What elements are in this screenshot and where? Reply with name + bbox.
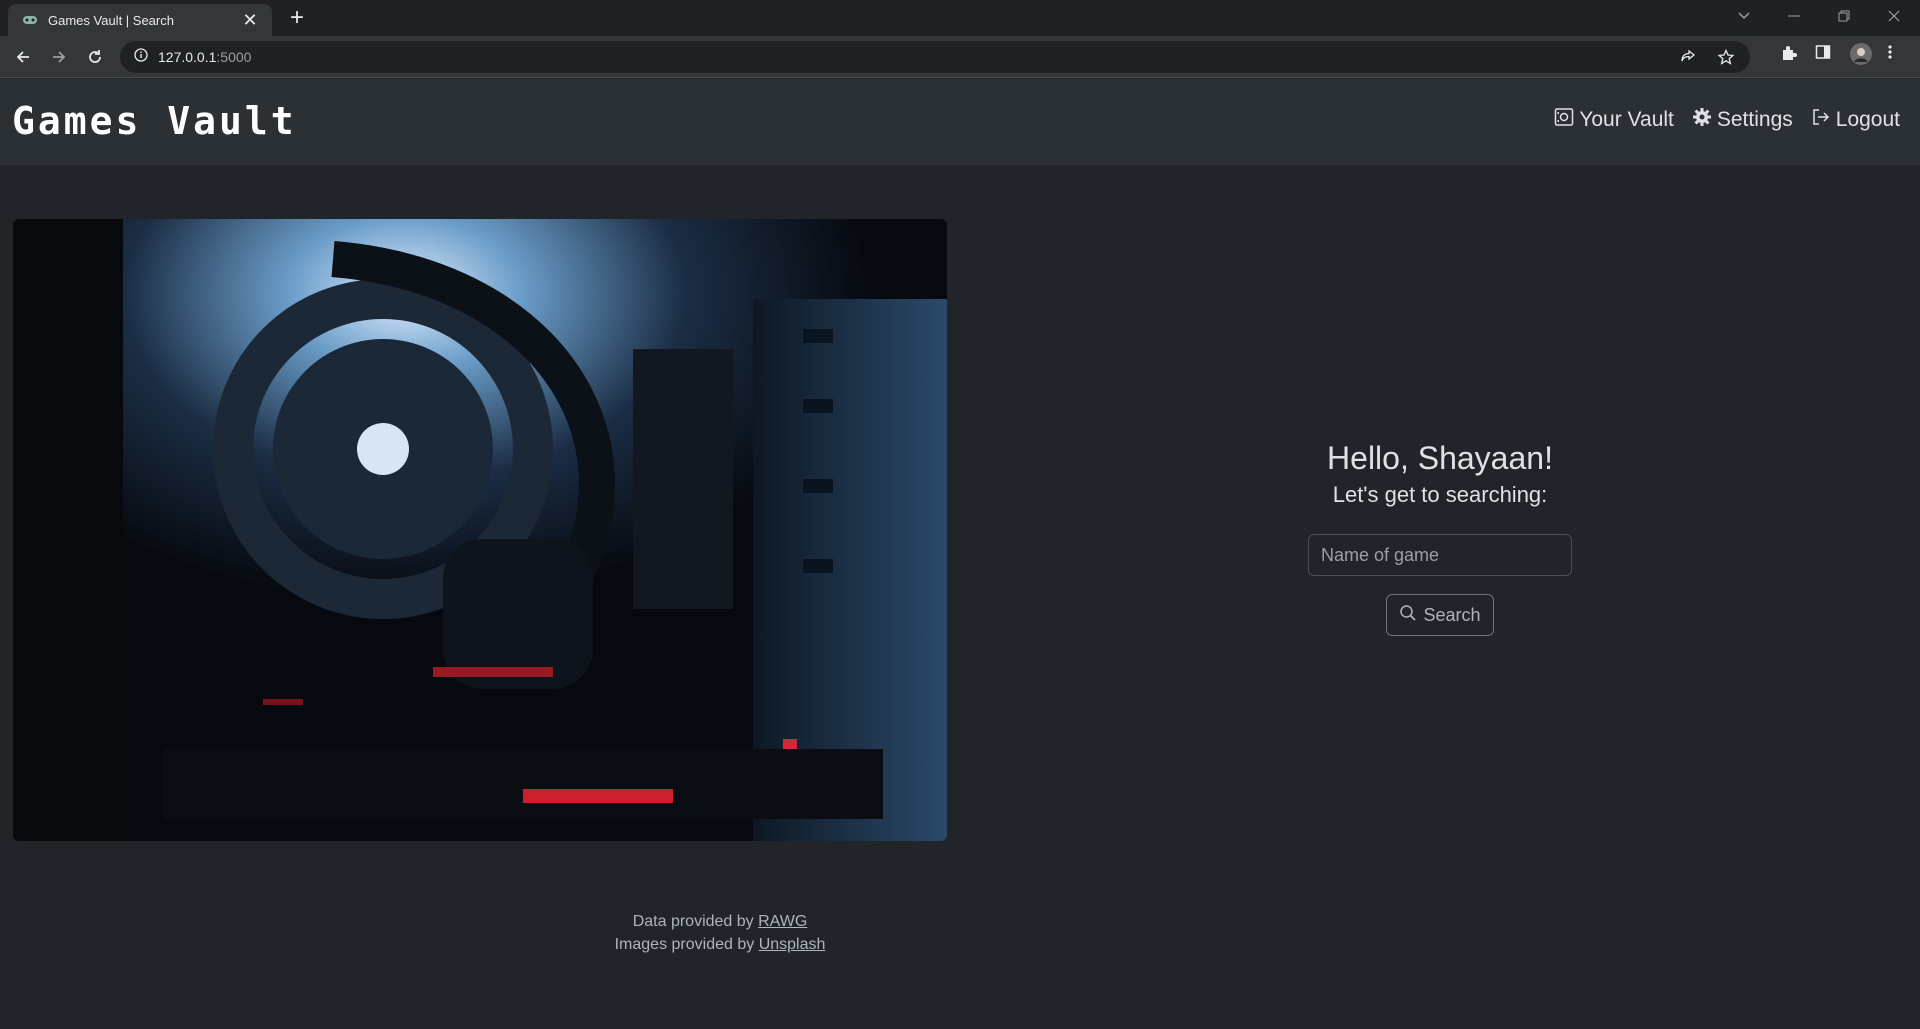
tab-title: Games Vault | Search [48, 12, 174, 28]
reload-icon[interactable] [82, 44, 108, 70]
search-subtitle: Let's get to searching: [1332, 482, 1548, 507]
nav-your-vault-label: Your Vault [1579, 108, 1674, 131]
address-bar[interactable]: 127.0.0.1:5000 [120, 41, 1750, 73]
new-tab-button[interactable]: + [284, 6, 310, 32]
search-button[interactable]: Search [1386, 594, 1494, 636]
nav-settings[interactable]: Settings [1692, 107, 1793, 133]
minimize-icon[interactable] [1772, 0, 1816, 32]
browser-menu-icon[interactable] [1888, 44, 1892, 60]
page-footer: Data provided by RAWG Images provided by… [0, 910, 1440, 956]
close-window-icon[interactable] [1872, 0, 1916, 32]
greeting-heading: Hello, Shayaan! [1327, 440, 1553, 476]
search-icon [1399, 604, 1417, 627]
back-icon[interactable] [10, 44, 36, 70]
tab-close-icon[interactable]: ✕ [240, 10, 260, 30]
vault-icon [1554, 107, 1574, 133]
game-name-input[interactable] [1308, 534, 1572, 576]
logout-icon [1811, 107, 1831, 133]
bookmark-star-icon[interactable] [1716, 47, 1736, 67]
info-icon[interactable] [134, 47, 148, 67]
rawg-link[interactable]: RAWG [758, 913, 807, 930]
nav-settings-label: Settings [1716, 108, 1793, 131]
forward-icon[interactable] [46, 44, 72, 70]
extensions-icon[interactable] [1780, 44, 1798, 62]
url-host: 127.0.0.1 [158, 49, 217, 65]
nav-logout-label: Logout [1835, 108, 1900, 131]
gear-icon [1692, 107, 1712, 133]
nav-links: Your Vault Settings Logout [1554, 107, 1900, 133]
url-port: :5000 [216, 49, 252, 65]
footer-images-line: Images provided by Unsplash [0, 933, 1440, 956]
gamepad-icon [22, 12, 38, 28]
nav-your-vault[interactable]: Your Vault [1554, 107, 1674, 133]
restore-icon[interactable] [1822, 0, 1866, 32]
browser-tab[interactable]: Games Vault | Search ✕ [8, 4, 272, 36]
footer-data-text: Data provided by [632, 913, 759, 930]
browser-tabstrip: Games Vault | Search ✕ + [0, 0, 1920, 36]
site-brand[interactable]: Games Vault [12, 99, 297, 143]
search-button-label: Search [1423, 604, 1481, 625]
hero-pc-image [13, 219, 947, 841]
profile-avatar[interactable] [1849, 42, 1873, 66]
search-section: Hello, Shayaan! Let's get to searching: … [1240, 436, 1640, 636]
footer-images-text: Images provided by [614, 936, 759, 953]
nav-logout[interactable]: Logout [1811, 107, 1900, 133]
share-icon[interactable] [1678, 47, 1698, 67]
unsplash-link[interactable]: Unsplash [759, 936, 826, 953]
tab-search-icon[interactable] [1722, 0, 1766, 32]
footer-data-line: Data provided by RAWG [0, 910, 1440, 933]
side-panel-icon[interactable] [1815, 44, 1831, 60]
site-navbar: Games Vault Your Vault Settings Logout [0, 79, 1920, 165]
browser-toolbar: 127.0.0.1:5000 [0, 36, 1920, 78]
